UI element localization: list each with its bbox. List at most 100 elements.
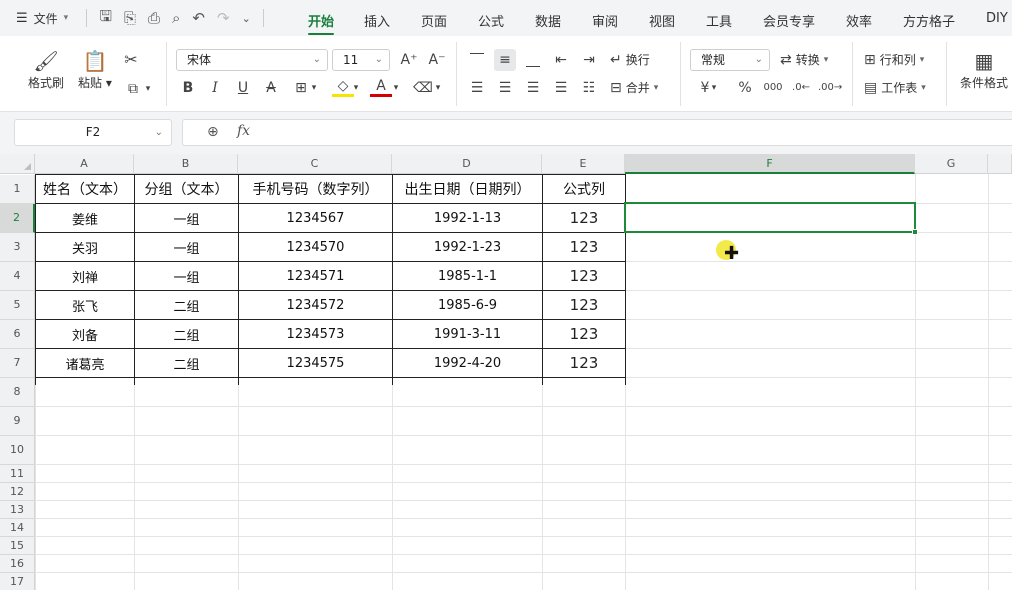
print-icon[interactable]: ⎙ (148, 9, 160, 27)
active-cell-f2[interactable] (624, 202, 918, 235)
tab-data[interactable]: 数据 (535, 11, 561, 30)
column-header-empty[interactable] (988, 154, 1012, 174)
customize-chevron-icon[interactable]: ⌄ (242, 12, 251, 25)
distributed-icon[interactable]: ☷ (578, 77, 600, 99)
clear-format-icon[interactable]: ⌫ (412, 77, 434, 99)
copy-icon[interactable]: ⧉ (122, 78, 144, 100)
format-painter-button[interactable]: 🖌 格式刷 (28, 48, 64, 91)
chevron-down-icon[interactable]: ▾ (432, 77, 444, 99)
table-cell[interactable]: 1985-6-9 (393, 291, 542, 319)
conditional-format-button[interactable]: ▦ 条件格式 (960, 48, 1008, 91)
font-size-select[interactable]: 11 ⌄ (332, 49, 390, 71)
column-header-c[interactable]: C (238, 154, 392, 174)
spreadsheet-grid[interactable]: A B C D E F G 1 2 3 4 5 6 7 8 9 10 11 12 13 14 15 16 17 姓名（文本） 分组… (0, 154, 1012, 590)
table-cell[interactable]: 张飞 (36, 291, 134, 319)
tab-diy[interactable]: DIY (986, 11, 1008, 26)
row-header-8[interactable]: 8 (0, 378, 35, 407)
justify-icon[interactable]: ☰ (550, 77, 572, 99)
column-header-g[interactable]: G (915, 154, 988, 174)
table-cell[interactable]: 一组 (135, 204, 238, 232)
file-menu[interactable]: ☰ 文件 ▾ (16, 10, 68, 27)
table-cell[interactable]: 1234571 (239, 262, 392, 290)
row-header-17[interactable]: 17 (0, 573, 35, 590)
table-cell[interactable]: 1992-1-13 (393, 204, 542, 232)
header-cell[interactable]: 公式列 (543, 175, 625, 203)
row-header-6[interactable]: 6 (0, 320, 35, 349)
column-header-d[interactable]: D (392, 154, 542, 174)
table-cell[interactable]: 123 (543, 349, 625, 377)
thousands-separator-icon[interactable]: 000 (762, 77, 784, 99)
table-cell[interactable]: 1234572 (239, 291, 392, 319)
table-cell[interactable]: 123 (543, 320, 625, 348)
percent-button[interactable]: % (734, 77, 756, 99)
row-header-7[interactable]: 7 (0, 349, 35, 378)
chevron-down-icon[interactable]: ▾ (350, 77, 362, 99)
tab-view[interactable]: 视图 (649, 11, 675, 30)
chevron-down-icon[interactable]: ▾ (390, 77, 402, 99)
table-cell[interactable]: 1992-1-23 (393, 233, 542, 261)
table-cell[interactable]: 关羽 (36, 233, 134, 261)
worksheet-button[interactable]: ▤ 工作表 ▾ (864, 79, 926, 96)
row-header-15[interactable]: 15 (0, 537, 35, 555)
fx-icon[interactable]: fx (237, 123, 250, 139)
row-header-12[interactable]: 12 (0, 483, 35, 501)
increase-decimal-icon[interactable]: .0← (790, 77, 812, 99)
table-cell[interactable]: 二组 (135, 291, 238, 319)
tab-fangfang[interactable]: 方方格子 (903, 11, 955, 30)
table-cell[interactable]: 123 (543, 233, 625, 261)
decrease-indent-icon[interactable]: ⇤ (550, 49, 572, 71)
increase-indent-icon[interactable]: ⇥ (578, 49, 600, 71)
table-cell[interactable]: 123 (543, 204, 625, 232)
table-cell[interactable]: 刘禅 (36, 262, 134, 290)
table-cell[interactable]: 二组 (135, 349, 238, 377)
table-cell[interactable]: 诸葛亮 (36, 349, 134, 377)
increase-font-icon[interactable]: A⁺ (398, 49, 420, 71)
table-cell[interactable]: 1991-3-11 (393, 320, 542, 348)
align-middle-icon[interactable]: ≡ (494, 49, 516, 71)
row-header-2[interactable]: 2 (0, 204, 35, 233)
column-header-e[interactable]: E (542, 154, 625, 174)
merge-button[interactable]: ⊟ 合并 ▾ (610, 79, 658, 96)
rows-columns-button[interactable]: ⊞ 行和列 ▾ (864, 51, 924, 68)
row-header-5[interactable]: 5 (0, 291, 35, 320)
table-cell[interactable]: 1234570 (239, 233, 392, 261)
tab-member[interactable]: 会员专享 (763, 11, 815, 30)
align-right-icon[interactable]: ☰ (522, 77, 544, 99)
tab-formula[interactable]: 公式 (478, 11, 504, 30)
table-cell[interactable]: 1985-1-1 (393, 262, 542, 290)
align-bottom-icon[interactable]: ⎽ (522, 49, 544, 71)
header-cell[interactable]: 分组（文本） (135, 175, 238, 203)
row-header-1[interactable]: 1 (0, 175, 35, 204)
strikethrough-icon[interactable]: A (260, 77, 282, 99)
select-all-corner[interactable] (0, 154, 35, 174)
column-header-f[interactable]: F (625, 154, 915, 174)
tab-insert[interactable]: 插入 (364, 11, 390, 30)
underline-button[interactable]: U (232, 77, 254, 99)
formula-input[interactable]: ⊕ fx (182, 119, 1012, 146)
save-icon[interactable]: 🖫 (99, 6, 112, 31)
table-cell[interactable]: 一组 (135, 262, 238, 290)
bold-button[interactable]: B (177, 77, 199, 99)
name-box[interactable]: F2 ⌄ (14, 119, 172, 146)
table-cell[interactable]: 1992-4-20 (393, 349, 542, 377)
paste-button[interactable]: 📋 粘贴 ▾ (78, 48, 112, 91)
table-cell[interactable]: 123 (543, 291, 625, 319)
table-cell[interactable]: 1234567 (239, 204, 392, 232)
print-preview-icon[interactable]: ⌕ (172, 9, 180, 27)
fill-handle[interactable] (912, 229, 918, 235)
row-header-14[interactable]: 14 (0, 519, 35, 537)
convert-button[interactable]: ⇄ 转换 ▾ (780, 51, 828, 68)
cut-icon[interactable]: ✂ (120, 49, 142, 71)
align-top-icon[interactable]: ⎺ (466, 49, 488, 71)
italic-button[interactable]: I (204, 77, 226, 99)
table-cell[interactable]: 1234573 (239, 320, 392, 348)
share-icon[interactable]: ⎘ (124, 9, 136, 27)
tab-home[interactable]: 开始 (308, 11, 335, 35)
number-format-select[interactable]: 常规 ⌄ (690, 49, 770, 71)
table-cell[interactable]: 123 (543, 262, 625, 290)
column-header-a[interactable]: A (35, 154, 134, 174)
decrease-font-icon[interactable]: A⁻ (426, 49, 448, 71)
chevron-down-icon[interactable]: ▾ (308, 77, 320, 99)
tab-review[interactable]: 审阅 (592, 11, 618, 30)
wrap-text-button[interactable]: ↵ 换行 (610, 51, 650, 68)
